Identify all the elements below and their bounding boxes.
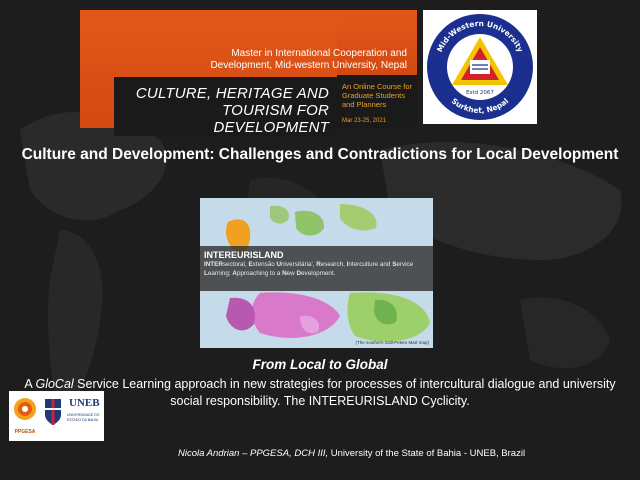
university-logo: Mid-Western University Surkhet, Nepal Es… (423, 10, 537, 124)
banner-date: Mar 23-25, 2021 (342, 118, 387, 124)
uneb-shield-icon (45, 399, 61, 425)
intereurisland-map-card: INTEREURISLAND INTERsectoral, Extensão U… (200, 198, 433, 348)
banner-title-box: CULTURE, HERITAGE AND TOURISM FOR DEVELO… (114, 77, 337, 136)
map-credit: (The southern Gall-Peters Mart map) (355, 340, 429, 345)
ppgesa-label: PPGESA (14, 429, 36, 435)
page-headline: Culture and Development: Challenges and … (21, 146, 619, 163)
description: A GloCal Service Learning approach in ne… (24, 377, 616, 408)
institution-logos: PPGESA UNEB UNIVERSIDADE DO ESTADO DA BA… (9, 391, 104, 441)
author-credit: Nicola Andrian – PPGESA, DCH III, Univer… (178, 448, 526, 459)
logo-estd: Estd 2067 (466, 90, 494, 96)
ppgesa-logo: PPGESA (11, 395, 39, 437)
banner-title: CULTURE, HERITAGE AND TOURISM FOR DEVELO… (135, 85, 329, 136)
uneb-subtitle: UNIVERSIDADE DO ESTADO DA BAHIA (67, 413, 100, 422)
banner-program: Master in International Cooperation and … (210, 48, 407, 71)
course-banner: Master in International Cooperation and … (80, 10, 417, 136)
intereurisland-title: INTEREURISLAND (204, 250, 284, 260)
banner-course: An Online Course for Graduate Students a… (342, 82, 413, 109)
subheading: From Local to Global (252, 357, 388, 372)
uneb-label: UNEB (69, 397, 100, 409)
description-italic: GloCal (35, 377, 74, 391)
credit-italic: Nicola Andrian – PPGESA, DCH III, (178, 448, 329, 459)
intereurisland-acronym-text: INTERsectoral, Extensão Universitária', … (204, 261, 414, 277)
